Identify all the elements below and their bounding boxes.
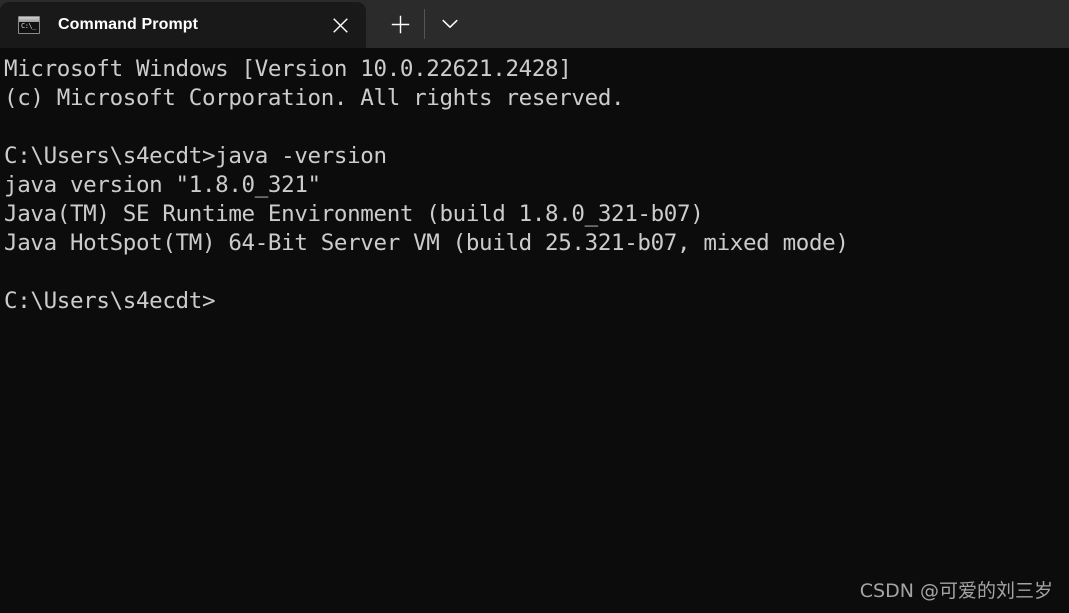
- chevron-down-icon[interactable]: [434, 8, 466, 40]
- tab-command-prompt[interactable]: C:\_ Command Prompt: [0, 2, 366, 48]
- console-line: Java HotSpot(TM) 64-Bit Server VM (build…: [4, 230, 849, 256]
- csdn-watermark: CSDN @可爱的刘三岁: [859, 580, 1053, 602]
- console-line: Microsoft Windows [Version 10.0.22621.24…: [4, 56, 572, 82]
- console-line: Java(TM) SE Runtime Environment (build 1…: [4, 201, 704, 227]
- tab-title-label: Command Prompt: [58, 16, 199, 33]
- console-output-area[interactable]: Microsoft Windows [Version 10.0.22621.24…: [0, 48, 1069, 613]
- toolbar-separator: [424, 9, 425, 39]
- title-bar: C:\_ Command Prompt: [0, 0, 1069, 48]
- console-icon: C:\_: [18, 16, 40, 34]
- new-tab-button[interactable]: [384, 8, 416, 40]
- tab-strip: C:\_ Command Prompt: [0, 0, 366, 48]
- console-line: C:\Users\s4ecdt>java -version: [4, 143, 387, 169]
- console-icon-glyph: C:\_: [21, 22, 36, 30]
- command-prompt-window: C:\_ Command Prompt Microsoft Windows [V…: [0, 0, 1069, 613]
- console-prompt-line: C:\Users\s4ecdt>: [4, 288, 216, 314]
- console-line: java version "1.8.0_321": [4, 172, 321, 198]
- close-icon[interactable]: [326, 11, 354, 39]
- console-line: (c) Microsoft Corporation. All rights re…: [4, 85, 625, 111]
